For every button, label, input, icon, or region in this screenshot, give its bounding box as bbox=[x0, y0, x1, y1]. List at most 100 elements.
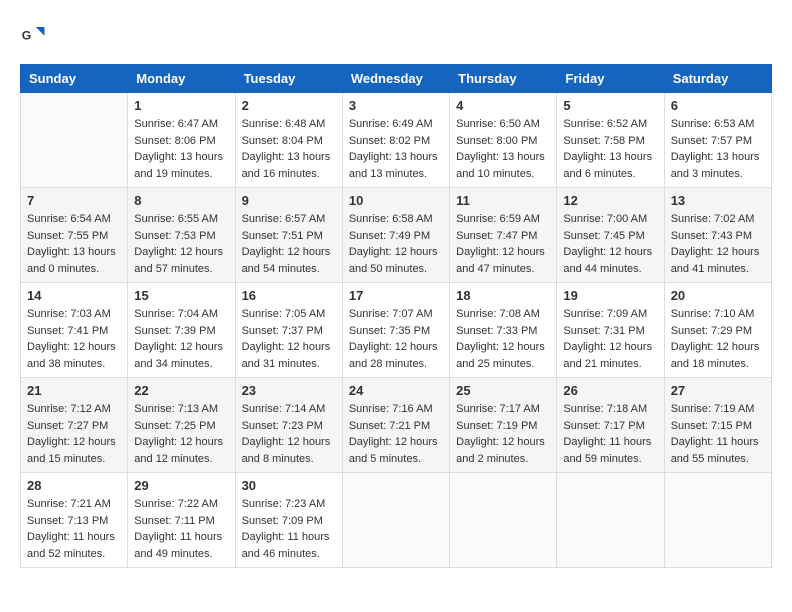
day-number: 15 bbox=[134, 288, 228, 303]
column-header-monday: Monday bbox=[128, 65, 235, 93]
day-info: Sunrise: 6:53 AMSunset: 7:57 PMDaylight:… bbox=[671, 116, 765, 182]
day-info: Sunrise: 7:08 AMSunset: 7:33 PMDaylight:… bbox=[456, 306, 550, 372]
calendar-cell bbox=[664, 473, 771, 568]
day-info: Sunrise: 6:57 AMSunset: 7:51 PMDaylight:… bbox=[242, 211, 336, 277]
day-number: 4 bbox=[456, 98, 550, 113]
calendar-cell: 18 Sunrise: 7:08 AMSunset: 7:33 PMDayligh… bbox=[450, 283, 557, 378]
calendar-cell: 6 Sunrise: 6:53 AMSunset: 7:57 PMDaylight… bbox=[664, 93, 771, 188]
day-number: 6 bbox=[671, 98, 765, 113]
calendar-cell: 25 Sunrise: 7:17 AMSunset: 7:19 PMDayligh… bbox=[450, 378, 557, 473]
calendar-cell: 19 Sunrise: 7:09 AMSunset: 7:31 PMDayligh… bbox=[557, 283, 664, 378]
day-number: 25 bbox=[456, 383, 550, 398]
calendar-cell: 14 Sunrise: 7:03 AMSunset: 7:41 PMDayligh… bbox=[21, 283, 128, 378]
day-number: 21 bbox=[27, 383, 121, 398]
calendar-cell: 2Sunrise: 6:48 AMSunset: 8:04 PMDaylight… bbox=[235, 93, 342, 188]
day-info: Sunrise: 7:22 AMSunset: 7:11 PMDaylight:… bbox=[134, 496, 228, 562]
calendar-week-row: 28 Sunrise: 7:21 AMSunset: 7:13 PMDayligh… bbox=[21, 473, 772, 568]
day-info: Sunrise: 7:23 AMSunset: 7:09 PMDaylight:… bbox=[242, 496, 336, 562]
calendar-cell: 10 Sunrise: 6:58 AMSunset: 7:49 PMDayligh… bbox=[342, 188, 449, 283]
day-info: Sunrise: 7:00 AMSunset: 7:45 PMDaylight:… bbox=[563, 211, 657, 277]
day-info: Sunrise: 7:07 AMSunset: 7:35 PMDaylight:… bbox=[349, 306, 443, 372]
day-info: Sunrise: 7:14 AMSunset: 7:23 PMDaylight:… bbox=[242, 401, 336, 467]
day-info: Sunrise: 7:19 AMSunset: 7:15 PMDaylight:… bbox=[671, 401, 765, 467]
day-number: 18 bbox=[456, 288, 550, 303]
day-info: Sunrise: 6:58 AMSunset: 7:49 PMDaylight:… bbox=[349, 211, 443, 277]
day-number: 23 bbox=[242, 383, 336, 398]
day-number: 16 bbox=[242, 288, 336, 303]
day-number: 7 bbox=[27, 193, 121, 208]
calendar-cell: 1 Sunrise: 6:47 AMSunset: 8:06 PMDaylight… bbox=[128, 93, 235, 188]
day-info: Sunrise: 7:02 AMSunset: 7:43 PMDaylight:… bbox=[671, 211, 765, 277]
day-number: 2 bbox=[242, 98, 336, 113]
calendar-cell: 9 Sunrise: 6:57 AMSunset: 7:51 PMDaylight… bbox=[235, 188, 342, 283]
day-number: 5 bbox=[563, 98, 657, 113]
day-number: 17 bbox=[349, 288, 443, 303]
day-info: Sunrise: 7:18 AMSunset: 7:17 PMDaylight:… bbox=[563, 401, 657, 467]
calendar-cell: 21 Sunrise: 7:12 AMSunset: 7:27 PMDayligh… bbox=[21, 378, 128, 473]
calendar-cell: 4 Sunrise: 6:50 AMSunset: 8:00 PMDaylight… bbox=[450, 93, 557, 188]
calendar-week-row: 21 Sunrise: 7:12 AMSunset: 7:27 PMDayligh… bbox=[21, 378, 772, 473]
day-number: 1 bbox=[134, 98, 228, 113]
calendar-week-row: 14 Sunrise: 7:03 AMSunset: 7:41 PMDayligh… bbox=[21, 283, 772, 378]
calendar-cell: 27Sunrise: 7:19 AMSunset: 7:15 PMDayligh… bbox=[664, 378, 771, 473]
day-info: Sunrise: 7:05 AMSunset: 7:37 PMDaylight:… bbox=[242, 306, 336, 372]
calendar-cell: 12 Sunrise: 7:00 AMSunset: 7:45 PMDayligh… bbox=[557, 188, 664, 283]
calendar-cell: 11Sunrise: 6:59 AMSunset: 7:47 PMDayligh… bbox=[450, 188, 557, 283]
day-number: 28 bbox=[27, 478, 121, 493]
day-info: Sunrise: 7:09 AMSunset: 7:31 PMDaylight:… bbox=[563, 306, 657, 372]
calendar-header-row: SundayMondayTuesdayWednesdayThursdayFrid… bbox=[21, 65, 772, 93]
calendar-cell: 28 Sunrise: 7:21 AMSunset: 7:13 PMDayligh… bbox=[21, 473, 128, 568]
calendar-cell: 20Sunrise: 7:10 AMSunset: 7:29 PMDayligh… bbox=[664, 283, 771, 378]
day-info: Sunrise: 7:21 AMSunset: 7:13 PMDaylight:… bbox=[27, 496, 121, 562]
calendar-week-row: 1 Sunrise: 6:47 AMSunset: 8:06 PMDaylight… bbox=[21, 93, 772, 188]
day-number: 14 bbox=[27, 288, 121, 303]
day-info: Sunrise: 7:12 AMSunset: 7:27 PMDaylight:… bbox=[27, 401, 121, 467]
day-number: 19 bbox=[563, 288, 657, 303]
svg-text:G: G bbox=[22, 28, 32, 42]
day-number: 13 bbox=[671, 193, 765, 208]
column-header-thursday: Thursday bbox=[450, 65, 557, 93]
column-header-wednesday: Wednesday bbox=[342, 65, 449, 93]
day-info: Sunrise: 6:55 AMSunset: 7:53 PMDaylight:… bbox=[134, 211, 228, 277]
day-info: Sunrise: 7:10 AMSunset: 7:29 PMDaylight:… bbox=[671, 306, 765, 372]
column-header-tuesday: Tuesday bbox=[235, 65, 342, 93]
calendar-week-row: 7 Sunrise: 6:54 AMSunset: 7:55 PMDaylight… bbox=[21, 188, 772, 283]
day-number: 12 bbox=[563, 193, 657, 208]
calendar-cell: 16 Sunrise: 7:05 AMSunset: 7:37 PMDayligh… bbox=[235, 283, 342, 378]
day-number: 8 bbox=[134, 193, 228, 208]
calendar-cell: 13 Sunrise: 7:02 AMSunset: 7:43 PMDayligh… bbox=[664, 188, 771, 283]
calendar-cell: 5 Sunrise: 6:52 AMSunset: 7:58 PMDaylight… bbox=[557, 93, 664, 188]
day-number: 9 bbox=[242, 193, 336, 208]
day-info: Sunrise: 7:04 AMSunset: 7:39 PMDaylight:… bbox=[134, 306, 228, 372]
day-info: Sunrise: 6:47 AMSunset: 8:06 PMDaylight:… bbox=[134, 116, 228, 182]
day-number: 10 bbox=[349, 193, 443, 208]
calendar-cell bbox=[342, 473, 449, 568]
calendar-cell: 30Sunrise: 7:23 AMSunset: 7:09 PMDayligh… bbox=[235, 473, 342, 568]
calendar-cell: 15 Sunrise: 7:04 AMSunset: 7:39 PMDayligh… bbox=[128, 283, 235, 378]
day-info: Sunrise: 6:50 AMSunset: 8:00 PMDaylight:… bbox=[456, 116, 550, 182]
calendar: SundayMondayTuesdayWednesdayThursdayFrid… bbox=[20, 64, 772, 568]
calendar-cell bbox=[557, 473, 664, 568]
day-number: 26 bbox=[563, 383, 657, 398]
calendar-cell: 22Sunrise: 7:13 AMSunset: 7:25 PMDayligh… bbox=[128, 378, 235, 473]
day-info: Sunrise: 6:49 AMSunset: 8:02 PMDaylight:… bbox=[349, 116, 443, 182]
calendar-cell bbox=[21, 93, 128, 188]
calendar-cell: 17 Sunrise: 7:07 AMSunset: 7:35 PMDayligh… bbox=[342, 283, 449, 378]
page-header: G bbox=[20, 20, 772, 48]
day-info: Sunrise: 6:54 AMSunset: 7:55 PMDaylight:… bbox=[27, 211, 121, 277]
day-number: 3 bbox=[349, 98, 443, 113]
day-number: 29 bbox=[134, 478, 228, 493]
day-info: Sunrise: 6:59 AMSunset: 7:47 PMDaylight:… bbox=[456, 211, 550, 277]
calendar-cell: 26 Sunrise: 7:18 AMSunset: 7:17 PMDayligh… bbox=[557, 378, 664, 473]
calendar-cell: 8 Sunrise: 6:55 AMSunset: 7:53 PMDaylight… bbox=[128, 188, 235, 283]
calendar-cell: 24Sunrise: 7:16 AMSunset: 7:21 PMDayligh… bbox=[342, 378, 449, 473]
calendar-cell: 29 Sunrise: 7:22 AMSunset: 7:11 PMDayligh… bbox=[128, 473, 235, 568]
column-header-saturday: Saturday bbox=[664, 65, 771, 93]
day-info: Sunrise: 7:03 AMSunset: 7:41 PMDaylight:… bbox=[27, 306, 121, 372]
logo-icon: G bbox=[20, 20, 48, 48]
day-number: 22 bbox=[134, 383, 228, 398]
logo: G bbox=[20, 20, 52, 48]
day-info: Sunrise: 6:52 AMSunset: 7:58 PMDaylight:… bbox=[563, 116, 657, 182]
day-info: Sunrise: 7:17 AMSunset: 7:19 PMDaylight:… bbox=[456, 401, 550, 467]
column-header-friday: Friday bbox=[557, 65, 664, 93]
